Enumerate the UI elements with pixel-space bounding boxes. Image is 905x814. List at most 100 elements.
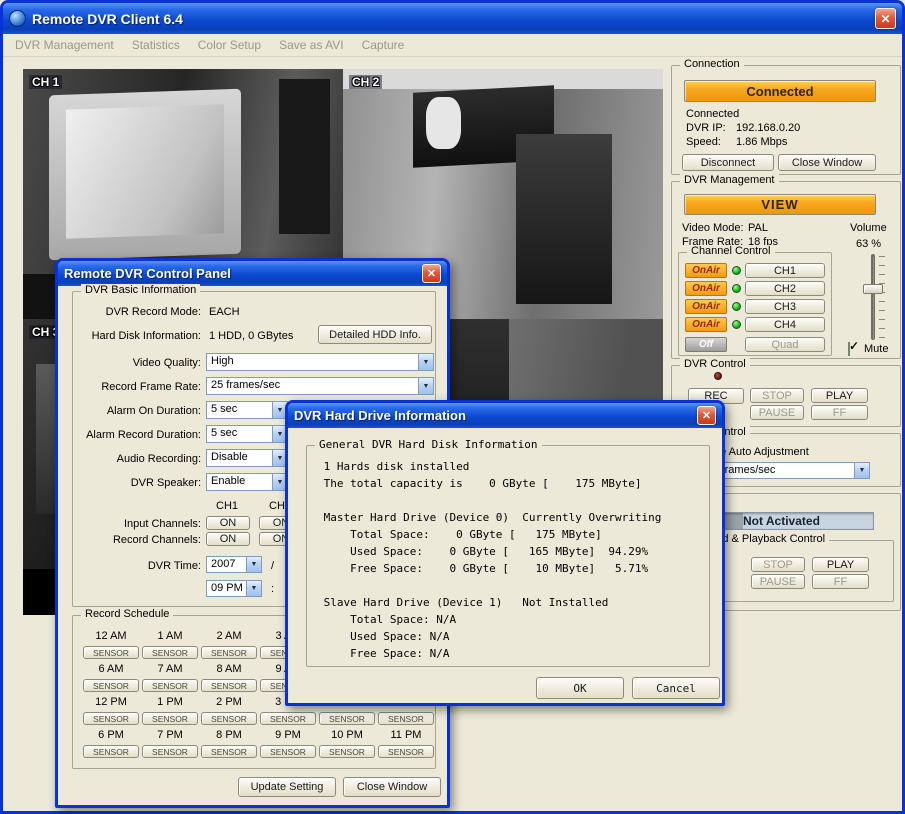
sensor-button[interactable]: SENSOR [142, 646, 198, 659]
panel-close-window-button[interactable]: Close Window [343, 777, 441, 797]
sensor-button[interactable]: SENSOR [83, 712, 139, 725]
date-separator: / [271, 560, 274, 572]
sensor-button[interactable]: SENSOR [201, 745, 257, 758]
cancel-button[interactable]: Cancel [632, 677, 720, 699]
record-mode-value: EACH [209, 306, 240, 318]
connection-status-button[interactable]: Connected [684, 80, 876, 102]
sensor-button[interactable]: SENSOR [378, 745, 434, 758]
dvr-hour-select[interactable]: 09 PM ▼ [206, 580, 262, 597]
stop-button[interactable]: STOP [750, 388, 804, 403]
sensor-button[interactable]: SENSOR [83, 646, 139, 659]
app-icon [9, 10, 26, 27]
playback-stop-button[interactable]: STOP [751, 557, 805, 572]
video-quality-select[interactable]: High ▼ [206, 353, 434, 371]
chevron-down-icon[interactable]: ▼ [418, 354, 433, 370]
close-window-button[interactable]: Close Window [778, 154, 876, 171]
sensor-button[interactable]: SENSOR [83, 745, 139, 758]
hdd-info-dialog: DVR Hard Drive Information ✕ General DVR… [285, 400, 725, 706]
quad-button[interactable]: Quad [745, 337, 825, 352]
onair-button-4[interactable]: OnAir [685, 317, 727, 332]
record-frame-rate-value: 25 frames/sec [207, 378, 418, 394]
sensor-button[interactable]: SENSOR [260, 712, 316, 725]
menu-item-color-setup[interactable]: Color Setup [198, 38, 261, 52]
input-channel-1-toggle[interactable]: ON [206, 516, 250, 530]
channel-1-label: CH 1 [29, 75, 62, 89]
chevron-down-icon[interactable]: ▼ [854, 463, 869, 478]
speed-value: 1.86 Mbps [736, 136, 787, 148]
control-panel-close-icon[interactable]: ✕ [422, 264, 441, 283]
mute-checkbox[interactable]: ✓ [848, 342, 850, 356]
disconnect-button[interactable]: Disconnect [682, 154, 774, 171]
connection-group: Connection Connected Connected DVR IP: 1… [671, 65, 901, 175]
playback-ff-button[interactable]: FF [812, 574, 869, 589]
detailed-hdd-info-button[interactable]: Detailed HDD Info. [318, 325, 432, 344]
video-quality-value: High [207, 354, 418, 370]
check-icon: ✓ [849, 340, 859, 352]
sensor-button[interactable]: SENSOR [83, 679, 139, 692]
ok-button[interactable]: OK [536, 677, 624, 699]
channel-4-button[interactable]: CH4 [745, 317, 825, 332]
channel-3-led [732, 302, 741, 311]
menu-item-statistics[interactable]: Statistics [132, 38, 180, 52]
channel-2-button[interactable]: CH2 [745, 281, 825, 296]
record-frame-rate-select[interactable]: 25 frames/sec ▼ [206, 377, 434, 395]
play-button[interactable]: PLAY [811, 388, 868, 403]
playback-pause-button[interactable]: PAUSE [751, 574, 805, 589]
hdd-dialog-title: DVR Hard Drive Information [294, 408, 466, 423]
alarm-on-select[interactable]: 5 sec ▼ [206, 401, 288, 419]
hdd-dialog-titlebar[interactable]: DVR Hard Drive Information ✕ [288, 403, 722, 428]
volume-slider[interactable] [860, 254, 886, 340]
schedule-time-label: 11 PM [378, 729, 434, 741]
channel-2-label: CH 2 [349, 75, 382, 89]
menubar: DVR Management Statistics Color Setup Sa… [3, 34, 902, 57]
chevron-down-icon[interactable]: ▼ [246, 581, 261, 596]
onair-button-2[interactable]: OnAir [685, 281, 727, 296]
sensor-button[interactable]: SENSOR [319, 712, 375, 725]
record-channel-1-toggle[interactable]: ON [206, 532, 250, 546]
chevron-down-icon[interactable]: ▼ [418, 378, 433, 394]
chevron-down-icon[interactable]: ▼ [246, 557, 261, 572]
channel-2-led [732, 284, 741, 293]
sensor-button[interactable]: SENSOR [201, 646, 257, 659]
dvr-control-group-label: DVR Control [680, 358, 750, 370]
sensor-button[interactable]: SENSOR [378, 712, 434, 725]
sensor-button[interactable]: SENSOR [142, 745, 198, 758]
off-button[interactable]: Off [685, 337, 727, 352]
menu-item-dvr-management[interactable]: DVR Management [15, 38, 114, 52]
onair-button-1[interactable]: OnAir [685, 263, 727, 278]
playback-play-button[interactable]: PLAY [812, 557, 869, 572]
close-icon[interactable]: ✕ [875, 8, 896, 29]
audio-recording-select[interactable]: Disable ▼ [206, 449, 288, 467]
main-titlebar[interactable]: Remote DVR Client 6.4 ✕ [3, 3, 902, 34]
scene-monitor-screen [66, 104, 223, 238]
slider-thumb[interactable] [863, 284, 883, 294]
schedule-time-label: 7 AM [142, 663, 198, 675]
sensor-button[interactable]: SENSOR [201, 712, 257, 725]
audio-recording-value: Disable [207, 450, 272, 466]
view-button[interactable]: VIEW [684, 194, 876, 215]
alarm-record-select[interactable]: 5 sec ▼ [206, 425, 288, 443]
menu-item-capture[interactable]: Capture [362, 38, 405, 52]
channel-1-button[interactable]: CH1 [745, 263, 825, 278]
hdd-dialog-close-icon[interactable]: ✕ [697, 406, 716, 425]
alarm-on-label: Alarm On Duration: [73, 405, 201, 417]
control-panel-titlebar[interactable]: Remote DVR Control Panel ✕ [58, 261, 447, 286]
volume-value: 63 % [856, 238, 881, 250]
dvr-year-select[interactable]: 2007 ▼ [206, 556, 262, 573]
alarm-record-label: Alarm Record Duration: [73, 429, 201, 441]
channel-3-button[interactable]: CH3 [745, 299, 825, 314]
update-setting-button[interactable]: Update Setting [238, 777, 336, 797]
sensor-button[interactable]: SENSOR [260, 745, 316, 758]
schedule-time-label: 1 AM [142, 630, 198, 642]
dvr-speaker-select[interactable]: Enable ▼ [206, 473, 288, 491]
onair-button-3[interactable]: OnAir [685, 299, 727, 314]
window-title: Remote DVR Client 6.4 [32, 11, 183, 27]
sensor-button[interactable]: SENSOR [142, 679, 198, 692]
sensor-button[interactable]: SENSOR [201, 679, 257, 692]
pause-button[interactable]: PAUSE [750, 405, 804, 420]
ff-button[interactable]: FF [811, 405, 868, 420]
sensor-button[interactable]: SENSOR [142, 712, 198, 725]
sensor-button[interactable]: SENSOR [319, 745, 375, 758]
schedule-time-label: 8 AM [201, 663, 257, 675]
menu-item-save-as-avi[interactable]: Save as AVI [279, 38, 343, 52]
